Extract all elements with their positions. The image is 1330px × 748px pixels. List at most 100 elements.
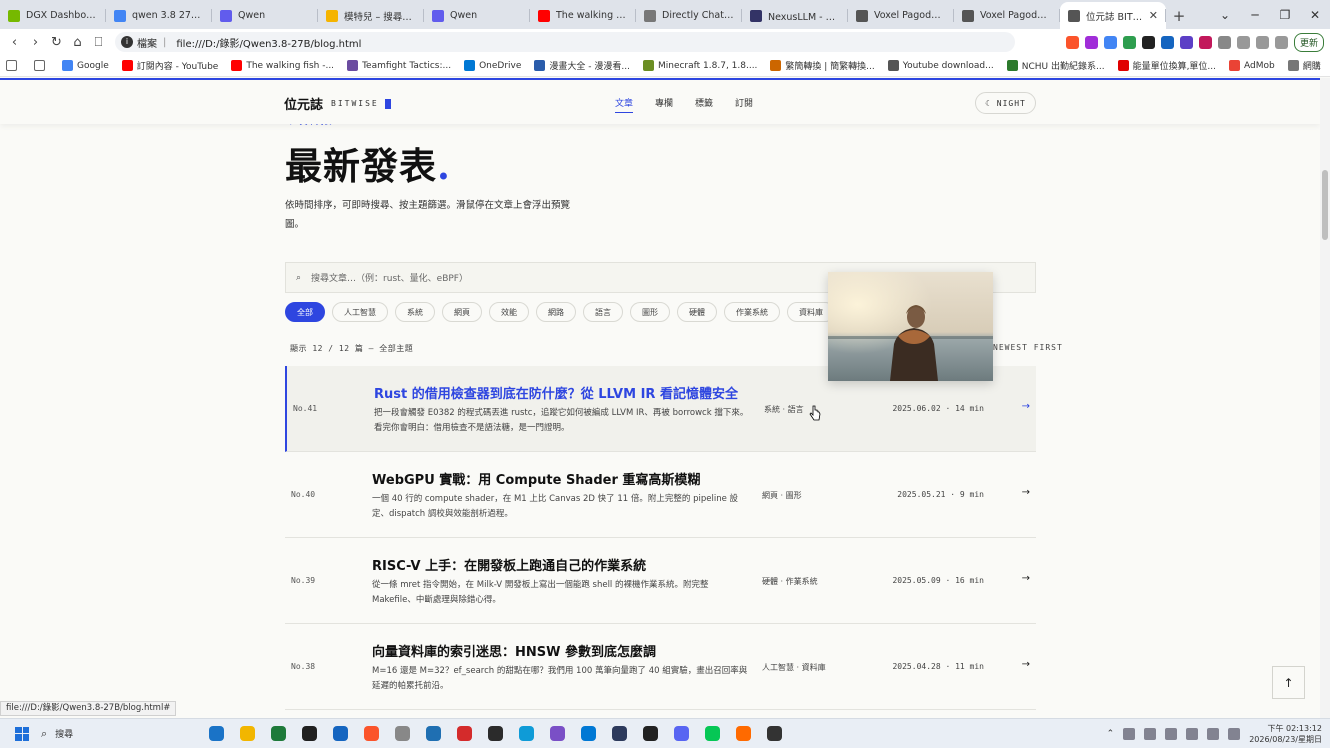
sidebar-icon[interactable] [1236, 35, 1250, 49]
tray-chevron-icon[interactable]: ⌃ [1107, 729, 1115, 739]
taskbar-app-icon[interactable] [515, 724, 537, 744]
arrow-right-icon[interactable]: → [1022, 487, 1030, 498]
topic-chip[interactable]: 硬體 [677, 302, 717, 322]
browser-tab[interactable]: Qwen [212, 2, 318, 29]
browser-tab[interactable]: 模特兒 – 搜尋結果 [318, 2, 424, 29]
reload-icon[interactable]: ↻ [46, 35, 67, 50]
bookmark-item[interactable]: 訂閱內容 - YouTube [121, 59, 218, 72]
apps-icon[interactable] [6, 60, 21, 71]
arrow-right-icon[interactable]: → [1022, 573, 1030, 584]
nav-link[interactable]: 標籤 [695, 96, 713, 113]
bookmark-item[interactable]: 能量單位換算,單位... [1117, 59, 1216, 72]
new-tab-icon[interactable]: + [1166, 2, 1192, 29]
article-title[interactable]: Rust 的借用檢查器到底在防什麼？從 LLVM IR 看記憶體安全 [374, 383, 738, 402]
topic-chip[interactable]: 人工智慧 [332, 302, 388, 322]
close-tab-icon[interactable]: ✕ [1145, 9, 1158, 22]
rewards-icon[interactable] [1084, 35, 1098, 49]
bookmark-item[interactable]: 繁簡轉換 | 簡繁轉換... [770, 59, 875, 72]
bookmark-item[interactable]: Minecraft 1.8.7, 1.8.... [642, 60, 757, 71]
extension-icon[interactable] [1141, 35, 1155, 49]
taskbar-app-icon[interactable] [360, 724, 382, 744]
taskbar-app-icon[interactable] [422, 724, 444, 744]
bookmark-item[interactable]: AdMob [1229, 60, 1275, 71]
topic-chip[interactable]: 全部 [285, 302, 325, 322]
taskbar-app-icon[interactable] [484, 724, 506, 744]
taskbar-app-icon[interactable] [391, 724, 413, 744]
taskbar-app-icon[interactable] [763, 724, 785, 744]
info-icon[interactable]: i [121, 36, 133, 48]
translate-icon[interactable] [1103, 35, 1117, 49]
input-method-icon[interactable] [1207, 728, 1220, 740]
puzzle-icon[interactable] [1217, 35, 1231, 49]
nav-link[interactable]: 文章 [615, 96, 634, 113]
article-title[interactable]: 向量資料庫的索引迷思：HNSW 參數到底怎麼調 [372, 641, 656, 660]
wallet-icon[interactable] [1255, 35, 1269, 49]
taskbar-app-icon[interactable] [298, 724, 320, 744]
taskbar-search[interactable]: ⌕ 搜尋 [41, 724, 191, 744]
taskbar-app-icon[interactable] [732, 724, 754, 744]
article-title[interactable]: WebGPU 實戰：用 Compute Shader 重寫高斯模糊 [372, 469, 700, 488]
topic-chip[interactable]: 效能 [489, 302, 529, 322]
taskbar-app-icon[interactable] [639, 724, 661, 744]
nav-link[interactable]: 專欄 [655, 96, 673, 113]
extension-icon[interactable] [1160, 35, 1174, 49]
browser-tab[interactable]: DGX Dashboard [0, 2, 106, 29]
sort-toggle[interactable]: NEWEST FIRST [993, 343, 1063, 352]
article-row[interactable]: No.38 向量資料庫的索引迷思：HNSW 參數到底怎麼調 M=16 還是 M=32… [285, 624, 1036, 710]
minimize-icon[interactable]: ─ [1240, 0, 1270, 29]
extension-icon[interactable] [1179, 35, 1193, 49]
home-icon[interactable]: ⌂ [67, 35, 88, 50]
article-title[interactable]: RISC-V 上手：在開發板上跑通自己的作業系統 [372, 555, 646, 574]
taskbar-app-icon[interactable] [236, 724, 258, 744]
article-row[interactable]: No.39 RISC-V 上手：在開發板上跑通自己的作業系統 從一條 mret 指令… [285, 538, 1036, 624]
maximize-icon[interactable]: ❐ [1270, 0, 1300, 29]
start-icon[interactable] [15, 726, 29, 741]
taskbar-app-icon[interactable] [608, 724, 630, 744]
back-to-top-button[interactable]: ↑ [1272, 666, 1305, 699]
scrollbar-thumb[interactable] [1322, 170, 1328, 240]
bookmark-item[interactable]: OneDrive [464, 60, 521, 71]
browser-tab[interactable]: 位元誌 BITWISE✕ [1060, 2, 1166, 29]
browser-tab[interactable]: Voxel Pagoda Gar [848, 2, 954, 29]
browser-tab[interactable]: Voxel Pagoda Gar [954, 2, 1060, 29]
bookmark-item[interactable]: The walking fish -... [231, 60, 334, 71]
topic-chip[interactable]: 系統 [395, 302, 435, 322]
article-row[interactable]: No.40 WebGPU 實戰：用 Compute Shader 重寫高斯模糊 一個… [285, 452, 1036, 538]
bookmark-item[interactable]: Youtube download... [887, 60, 994, 71]
url-field[interactable]: i 檔案 | file:///D:/錄影/Qwen3.8-27B/blog.ht… [115, 32, 1015, 52]
topic-chip[interactable]: 網頁 [442, 302, 482, 322]
bookmark-icon[interactable]: ⎕ [88, 35, 109, 50]
browser-tab[interactable]: Qwen [424, 2, 530, 29]
tab-list-icon[interactable]: ⌄ [1210, 0, 1240, 29]
bookmark-item[interactable]: Google [62, 60, 109, 71]
arrow-right-icon[interactable]: → [1022, 401, 1030, 412]
leo-icon[interactable] [1274, 35, 1288, 49]
topic-chip[interactable]: 作業系統 [724, 302, 780, 322]
speaker-icon[interactable] [1144, 728, 1157, 740]
extension-icon[interactable] [1198, 35, 1212, 49]
tray-app-icon[interactable] [1123, 728, 1136, 740]
nav-link[interactable]: 訂閱 [735, 96, 753, 113]
taskbar-app-icon[interactable] [329, 724, 351, 744]
arrow-right-icon[interactable]: → [1022, 659, 1030, 670]
bookmark-item[interactable]: 網購 [1287, 59, 1321, 72]
bookmark-item[interactable]: NCHU 出勤紀錄系... [1006, 59, 1105, 72]
forward-icon[interactable]: › [25, 35, 46, 50]
taskbar-app-icon[interactable] [670, 724, 692, 744]
close-window-icon[interactable]: ✕ [1300, 0, 1330, 29]
adblock-icon[interactable] [1122, 35, 1136, 49]
back-icon[interactable]: ‹ [4, 35, 25, 50]
taskbar-app-icon[interactable] [205, 724, 227, 744]
taskbar-app-icon[interactable] [577, 724, 599, 744]
topic-chip[interactable]: 語言 [583, 302, 623, 322]
taskbar-app-icon[interactable] [546, 724, 568, 744]
bookmark-item[interactable]: Teamfight Tactics:... [347, 60, 451, 71]
browser-tab[interactable]: The walking fish [530, 2, 636, 29]
topic-chip[interactable]: 圖形 [630, 302, 670, 322]
taskbar-app-icon[interactable] [701, 724, 723, 744]
taskbar-clock[interactable]: 下午 02:13:12 2026/08/23/星期日 [1249, 723, 1322, 745]
browser-tab[interactable]: qwen 3.8 27b site [106, 2, 212, 29]
bookmark-item[interactable]: 漫畫大全 - 漫漫看... [534, 59, 630, 72]
taskbar-app-icon[interactable] [453, 724, 475, 744]
page-scrollbar[interactable] [1320, 78, 1330, 718]
